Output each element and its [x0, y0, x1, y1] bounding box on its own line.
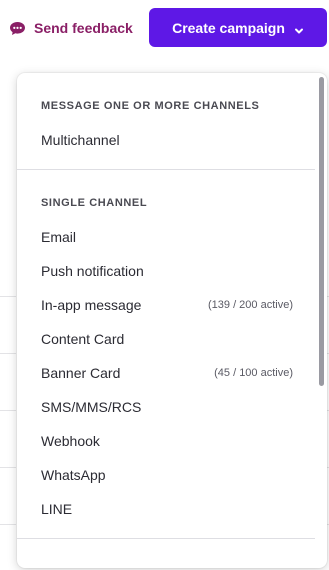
menu-item-label: LINE [41, 501, 73, 517]
section-divider [17, 169, 315, 170]
menu-item-label: Email [41, 229, 77, 245]
create-campaign-button[interactable]: Create campaign [149, 8, 327, 47]
menu-item-multichannel[interactable]: Multichannel [41, 129, 293, 151]
single-channel-section-heading: SINGLE CHANNEL [41, 197, 148, 209]
menu-scrollbar[interactable] [319, 77, 324, 386]
chat-bubble-icon [9, 21, 26, 36]
menu-item-banner-card[interactable]: Banner Card (45 / 100 active) [41, 362, 293, 384]
send-feedback-link[interactable]: Send feedback [9, 18, 133, 38]
background-row-divider [0, 296, 16, 297]
menu-item-label: Webhook [41, 433, 100, 449]
menu-item-label: Banner Card [41, 365, 121, 381]
menu-item-email[interactable]: Email [41, 226, 293, 248]
menu-item-label: WhatsApp [41, 467, 106, 483]
menu-item-label: Content Card [41, 331, 125, 347]
menu-item-label: Push notification [41, 263, 144, 279]
menu-item-sms-mms-rcs[interactable]: SMS/MMS/RCS [41, 396, 293, 418]
active-count: (45 / 100 active) [214, 367, 293, 379]
menu-item-webhook[interactable]: Webhook [41, 430, 293, 452]
send-feedback-label: Send feedback [34, 20, 133, 36]
menu-item-whatsapp[interactable]: WhatsApp [41, 464, 293, 486]
background-row-divider [0, 410, 16, 411]
create-campaign-label: Create campaign [172, 19, 285, 36]
menu-item-push-notification[interactable]: Push notification [41, 260, 293, 282]
section-divider [17, 538, 315, 539]
menu-item-label: Multichannel [41, 132, 120, 148]
menu-item-label: SMS/MMS/RCS [41, 399, 142, 415]
background-row-divider [0, 467, 16, 468]
multichannel-section-heading: MESSAGE ONE OR MORE CHANNELS [41, 100, 260, 112]
background-row-divider [0, 524, 16, 525]
background-row-divider [0, 353, 16, 354]
menu-item-label: In-app message [41, 297, 142, 313]
menu-item-line[interactable]: LINE [41, 498, 293, 520]
menu-item-in-app-message[interactable]: In-app message (139 / 200 active) [41, 294, 293, 316]
menu-item-content-card[interactable]: Content Card [41, 328, 293, 350]
active-count: (139 / 200 active) [208, 299, 293, 311]
chevron-down-icon [294, 23, 304, 33]
create-campaign-dropdown: MESSAGE ONE OR MORE CHANNELS Multichanne… [17, 73, 327, 568]
campaigns-page: Send feedback Create campaign MESSAGE ON… [0, 0, 329, 570]
